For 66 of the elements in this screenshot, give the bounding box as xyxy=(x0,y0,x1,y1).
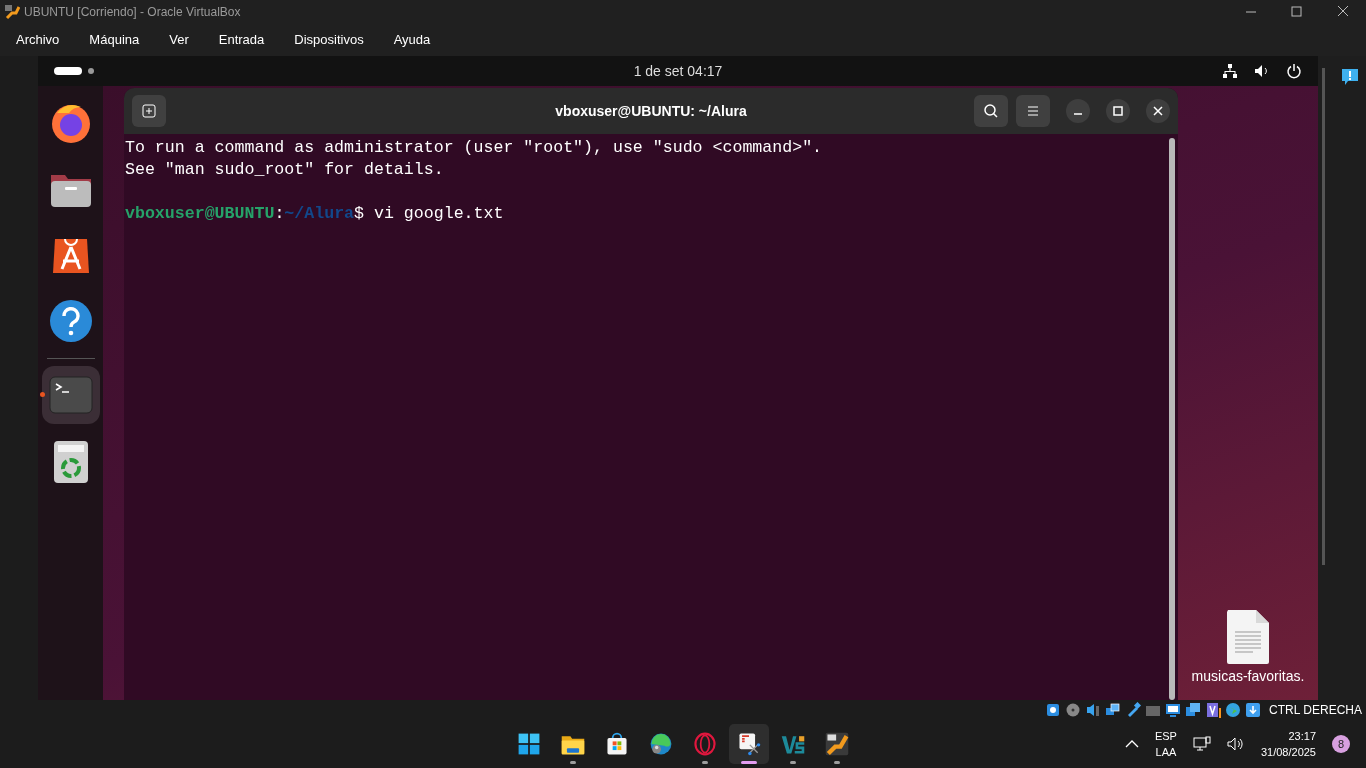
clock[interactable]: 1 de set 04:17 xyxy=(633,60,723,82)
running-indicator xyxy=(570,761,576,764)
new-tab-button[interactable] xyxy=(132,95,166,127)
power-icon[interactable] xyxy=(1286,63,1302,79)
menu-icon xyxy=(1026,105,1040,117)
terminal-line: To run a command as administrator (user "root"), use "sudo <command>". xyxy=(125,138,823,157)
search-icon xyxy=(983,103,999,119)
scrollbar[interactable] xyxy=(1322,68,1325,565)
minimize-icon xyxy=(1073,113,1083,115)
clock-time[interactable]: 23:17 xyxy=(1288,728,1316,744)
terminal-command: $ vi google.txt xyxy=(354,204,504,223)
running-indicator xyxy=(790,761,796,764)
capture-icon[interactable] xyxy=(1185,702,1202,718)
prompt-path: ~/Alura xyxy=(284,204,355,223)
notification-icon[interactable] xyxy=(1341,68,1359,86)
running-indicator xyxy=(741,761,757,764)
menu-item[interactable]: Entrada xyxy=(218,30,265,50)
menu-button[interactable] xyxy=(1016,95,1050,127)
running-indicator xyxy=(39,392,45,397)
running-indicator xyxy=(702,761,708,764)
virtualbox-icon xyxy=(4,4,20,20)
file-name[interactable]: musicas-favoritas. xyxy=(1180,666,1316,687)
new-tab-icon xyxy=(142,104,156,118)
terminal-title: vboxuser@UBUNTU: ~/Alura xyxy=(555,101,747,121)
ring-icon xyxy=(692,731,718,757)
menu-item[interactable]: Ayuda xyxy=(393,30,431,50)
window-title: UBUNTU [Corriendo] - Oracle VirtualBox xyxy=(24,4,241,21)
shopping-bag-icon xyxy=(604,731,630,757)
notification-badge[interactable]: 8 xyxy=(1332,735,1350,753)
menu-item[interactable]: Archivo xyxy=(16,30,60,50)
network-icon[interactable] xyxy=(1222,63,1238,79)
close-button[interactable] xyxy=(1146,99,1170,123)
browser-icon xyxy=(648,731,674,757)
minimize-button[interactable] xyxy=(1066,99,1090,123)
display-icon[interactable] xyxy=(1165,702,1182,718)
language-indicator[interactable]: LAA xyxy=(1155,744,1177,760)
clock-date[interactable]: 31/08/2025 xyxy=(1260,744,1316,760)
close-icon xyxy=(1153,106,1163,116)
text-file-icon[interactable] xyxy=(1225,608,1271,666)
host-key-label: CTRL DERECHA xyxy=(1269,702,1362,719)
menu-item[interactable]: Ver xyxy=(169,30,189,50)
optical-disc-icon[interactable] xyxy=(1065,702,1082,718)
maximize-button[interactable] xyxy=(1106,99,1130,123)
menu-item[interactable]: Dispositivos xyxy=(294,30,364,50)
chevron-up-icon[interactable] xyxy=(1124,739,1139,749)
language-indicator[interactable]: ESP xyxy=(1154,728,1177,744)
prompt-user: vboxuser@UBUNTU xyxy=(125,204,275,223)
cpu-icon[interactable] xyxy=(1205,702,1222,718)
network-icon[interactable] xyxy=(1105,702,1122,718)
menu-item[interactable]: Máquina xyxy=(89,30,140,50)
search-button[interactable] xyxy=(974,95,1008,127)
volume-icon[interactable] xyxy=(1226,736,1245,752)
scissors-icon xyxy=(736,731,762,757)
windows-logo-icon xyxy=(516,731,542,757)
scrollbar[interactable] xyxy=(1169,138,1175,700)
audio-icon[interactable] xyxy=(1085,702,1102,718)
taskbar-button[interactable] xyxy=(729,724,769,764)
prompt-separator: : xyxy=(274,204,285,223)
network-icon[interactable] xyxy=(1192,736,1211,752)
terminal-line: See "man sudo_root" for details. xyxy=(125,160,444,179)
download-icon[interactable] xyxy=(1245,702,1262,718)
maximize-icon xyxy=(1113,106,1123,116)
globe-icon[interactable] xyxy=(1225,702,1242,718)
volume-icon[interactable] xyxy=(1254,63,1270,79)
running-indicator xyxy=(834,761,840,764)
virtualbox-icon xyxy=(824,731,850,757)
